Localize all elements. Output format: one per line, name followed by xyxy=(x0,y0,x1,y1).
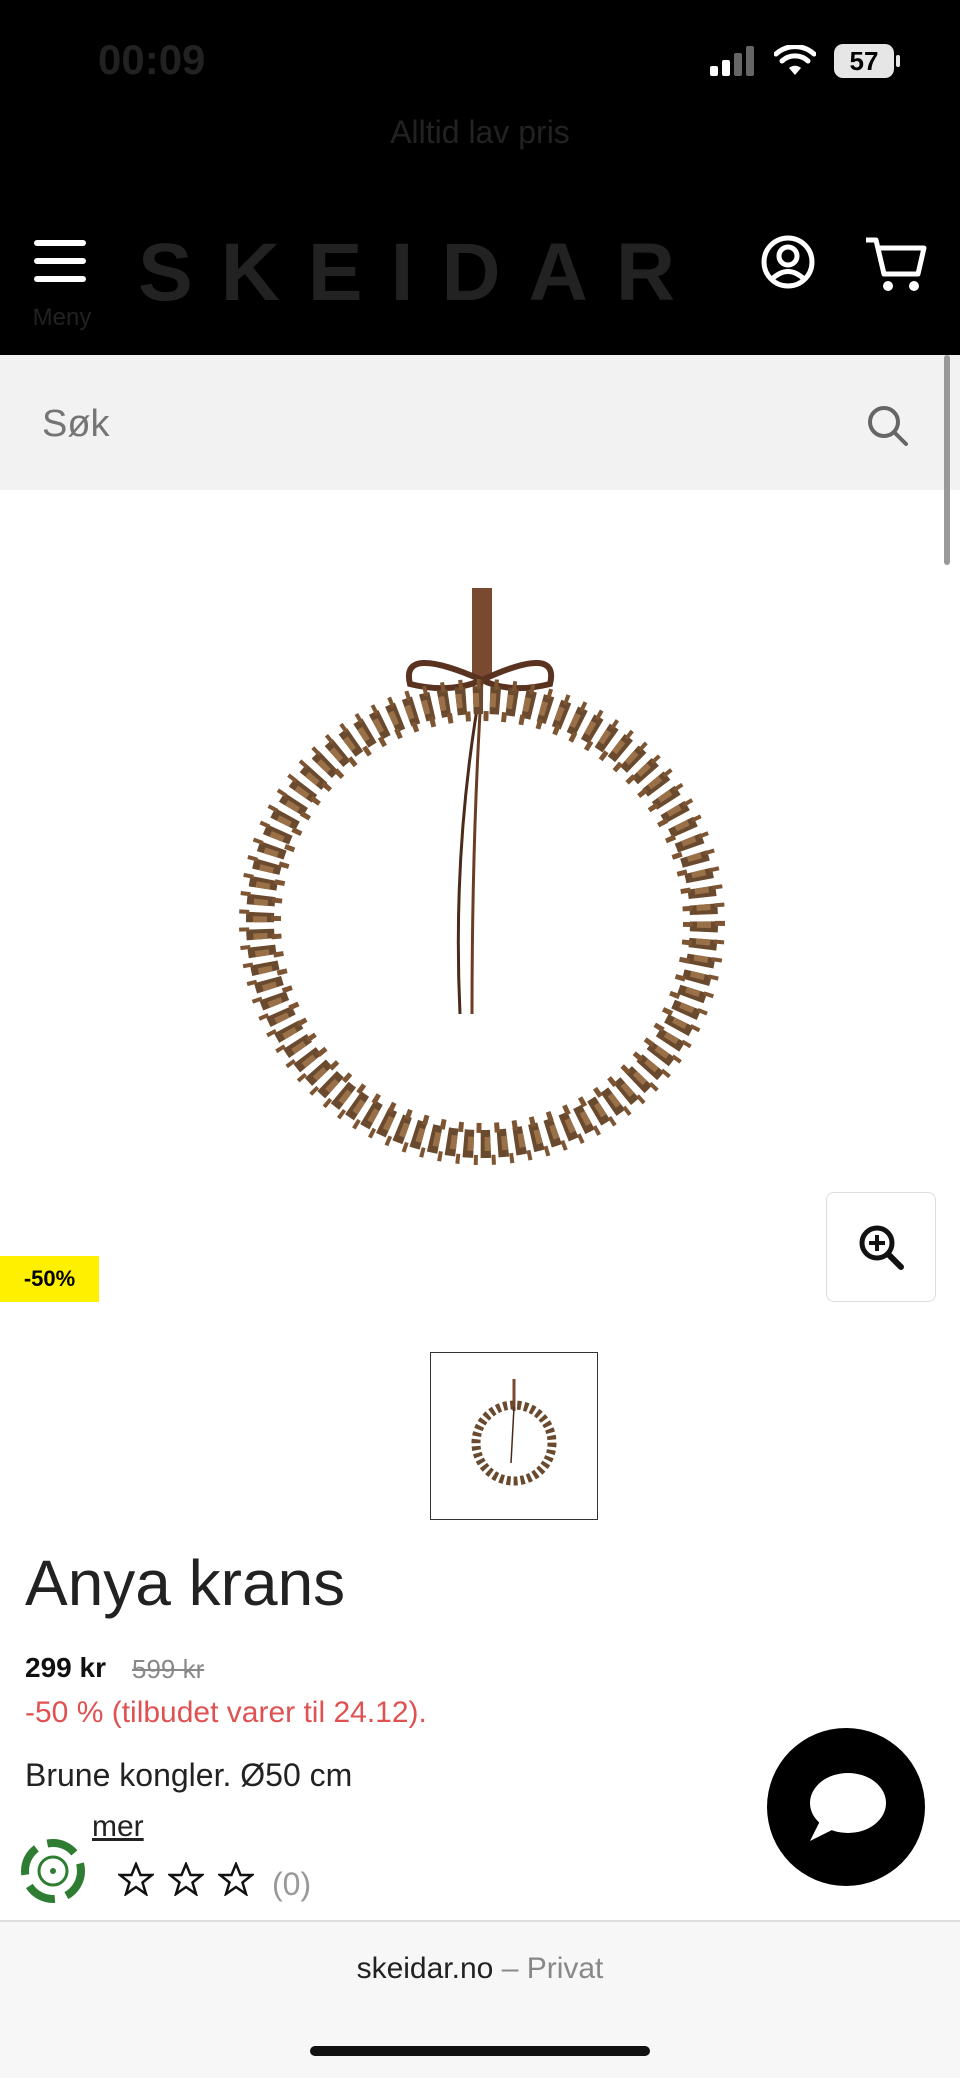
promo-text: Alltid lav pris xyxy=(390,114,570,150)
wifi-icon xyxy=(774,45,816,75)
product-price: 299 kr xyxy=(25,1652,106,1683)
search-icon xyxy=(868,406,908,446)
home-indicator[interactable] xyxy=(310,2046,650,2056)
hamburger-icon xyxy=(34,240,86,282)
cart-button[interactable] xyxy=(864,234,928,299)
star-icon xyxy=(218,1862,254,1896)
eco-badge[interactable] xyxy=(18,1836,88,1906)
chat-button[interactable] xyxy=(767,1728,925,1886)
rating-count: (0) xyxy=(272,1866,312,1902)
offer-text: -50 % (tilbudet varer til 24.12). xyxy=(25,1696,427,1729)
product-description: Brune kongler. Ø50 cm xyxy=(25,1757,353,1793)
product-image[interactable] xyxy=(220,584,740,1204)
url-domain: skeidar.no xyxy=(356,1952,494,1985)
cart-icon xyxy=(866,237,927,291)
site-logo[interactable]: SKEIDAR xyxy=(138,226,703,320)
battery-indicator: 57 xyxy=(834,44,894,78)
page-scrollbar[interactable] xyxy=(944,355,950,565)
url-mode: – Privat xyxy=(501,1952,604,1985)
menu-label[interactable]: Meny xyxy=(24,304,100,332)
zoom-button[interactable] xyxy=(826,1192,936,1302)
user-icon xyxy=(761,235,815,289)
battery-tip xyxy=(896,55,900,67)
discount-badge: -50% xyxy=(0,1256,99,1302)
rating-stars[interactable] xyxy=(118,1862,254,1896)
product-thumbnail[interactable] xyxy=(430,1352,598,1520)
status-time: 00:09 xyxy=(98,36,206,83)
search-button[interactable] xyxy=(866,404,910,453)
search-input[interactable] xyxy=(40,398,804,450)
recycle-icon xyxy=(21,1839,85,1903)
signal-icon xyxy=(710,46,754,76)
star-icon xyxy=(118,1862,154,1896)
status-icons: 57 xyxy=(710,44,900,78)
zoom-in-icon xyxy=(859,1225,904,1270)
url-text[interactable]: skeidar.no – Privat xyxy=(0,1952,960,1986)
account-button[interactable] xyxy=(760,234,816,295)
star-icon xyxy=(168,1862,204,1896)
read-more-link[interactable]: mer xyxy=(92,1810,144,1844)
chat-icon xyxy=(810,1773,886,1841)
product-old-price: 599 kr xyxy=(132,1654,205,1684)
product-title: Anya krans xyxy=(25,1547,346,1619)
